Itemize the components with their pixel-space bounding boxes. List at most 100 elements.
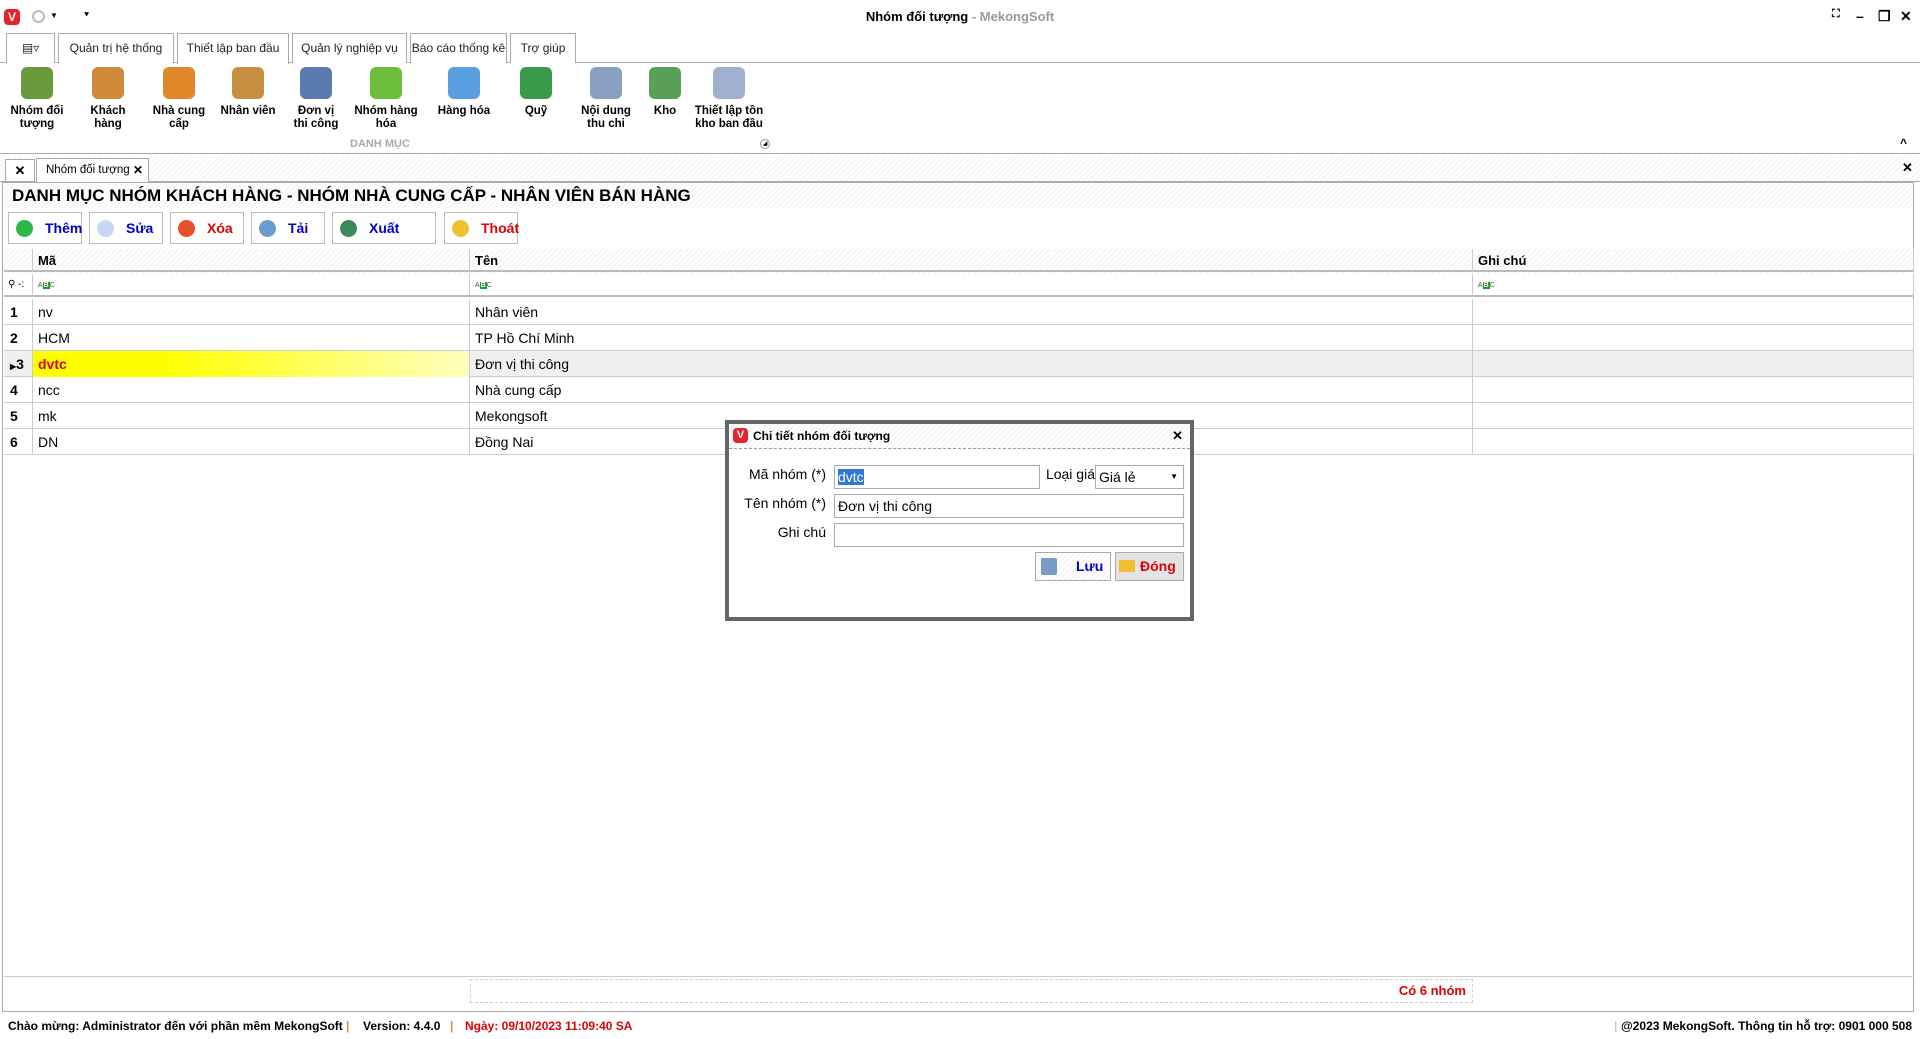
- cell-ten[interactable]: Đơn vị thi công: [470, 351, 1473, 377]
- ma-nhom-label: Mã nhóm (*): [748, 466, 826, 482]
- fullscreen-icon[interactable]: ⛶: [1832, 8, 1840, 21]
- ribbon-icon: [163, 67, 195, 99]
- ribbon-button-0[interactable]: Nhóm đối tượng: [4, 67, 70, 131]
- version-text: Version: 4.4.0: [363, 1019, 441, 1033]
- export-excel-icon: [340, 220, 357, 237]
- filter-cell-ghi-chu[interactable]: ABC: [1473, 274, 1914, 297]
- ribbon-menu-button[interactable]: ▤▿: [6, 33, 55, 63]
- restore-button[interactable]: ❐: [1878, 8, 1891, 25]
- table-row[interactable]: 1 nv Nhân viên: [4, 299, 1914, 325]
- add-button[interactable]: Thêm: [8, 212, 82, 244]
- ribbon-icon: [300, 67, 332, 99]
- ribbon-tabs: ▤▿ Quản trị hệ thống Thiết lập ban đầu Q…: [0, 33, 1920, 64]
- column-header-ma[interactable]: Mã: [33, 249, 470, 272]
- ribbon-button-7[interactable]: Quỹ: [506, 67, 566, 118]
- cell-ghi-chu[interactable]: [1473, 351, 1914, 377]
- close-document-icon[interactable]: ✕: [1902, 160, 1913, 176]
- cell-ghi-chu[interactable]: [1473, 429, 1914, 455]
- save-button[interactable]: Lưu: [1035, 552, 1111, 581]
- add-label: Thêm: [45, 220, 83, 236]
- ribbon-button-8[interactable]: Nội dung thu chi: [572, 67, 640, 131]
- ribbon-icon: [520, 67, 552, 99]
- chevron-down-icon: ▼: [1170, 472, 1178, 481]
- table-row[interactable]: 4 ncc Nhà cung cấp: [4, 377, 1914, 403]
- ribbon-icon: [21, 67, 53, 99]
- ribbon-button-1[interactable]: Khách hàng: [78, 67, 138, 131]
- cell-ma[interactable]: DN: [33, 429, 470, 455]
- reload-icon: [259, 220, 276, 237]
- row-indicator-header: [4, 249, 33, 272]
- export-excel-button[interactable]: Xuất excel: [332, 212, 436, 266]
- abc-filter-icon: ABC: [38, 282, 55, 289]
- close-tab-icon[interactable]: ✕: [133, 159, 143, 181]
- delete-button[interactable]: Xóa: [170, 212, 244, 244]
- app-name: - MekongSoft: [968, 9, 1055, 24]
- ribbon-button-5[interactable]: Nhóm hàng hóa: [350, 67, 422, 131]
- ribbon-button-9[interactable]: Kho: [648, 67, 682, 118]
- column-header-ten[interactable]: Tên: [470, 249, 1473, 272]
- tab-bao-cao[interactable]: Báo cáo thống kê: [410, 33, 507, 63]
- ribbon-icon: [232, 67, 264, 99]
- filter-cell-ma[interactable]: ABC: [33, 274, 470, 297]
- loai-gia-select[interactable]: Giá lẻ ▼: [1095, 465, 1184, 489]
- filter-cell-ten[interactable]: ABC: [470, 274, 1473, 297]
- row-number: 5: [4, 403, 33, 429]
- save-label: Lưu: [1076, 558, 1104, 574]
- cell-ghi-chu[interactable]: [1473, 325, 1914, 351]
- ribbon-button-10[interactable]: Thiết lập tồn kho ban đầu: [690, 67, 768, 131]
- cell-ma[interactable]: nv: [33, 299, 470, 325]
- exit-button[interactable]: Thoát: [444, 212, 519, 244]
- row-number: 1: [4, 299, 33, 325]
- close-dialog-button[interactable]: Đóng: [1115, 552, 1184, 581]
- close-button[interactable]: ✕: [1900, 8, 1912, 25]
- tab-thiet-lap[interactable]: Thiết lập ban đầu: [177, 33, 289, 64]
- cell-ten[interactable]: Nhân viên: [470, 299, 1473, 325]
- ribbon-button-4[interactable]: Đơn vị thi công: [288, 67, 344, 131]
- ribbon-button-3[interactable]: Nhân viên: [218, 67, 278, 118]
- table-row[interactable]: 2 HCM TP Hồ Chí Minh: [4, 325, 1914, 351]
- dialog-close-icon[interactable]: ✕: [1172, 424, 1183, 448]
- ghi-chu-input[interactable]: [834, 523, 1184, 547]
- filter-pin-icon[interactable]: ⚲ -:: [4, 274, 33, 297]
- doc-tab-nhom-doi-tuong[interactable]: Nhóm đối tượng ✕: [36, 158, 149, 183]
- ribbon-label-2: hóa: [375, 118, 397, 130]
- cell-ten[interactable]: TP Hồ Chí Minh: [470, 325, 1473, 351]
- cell-ma[interactable]: dvtc: [33, 351, 470, 377]
- close-all-icon[interactable]: ✕: [5, 159, 35, 182]
- reload-button[interactable]: Tải lại: [251, 212, 325, 266]
- group-launcher-icon[interactable]: ◢: [760, 139, 770, 149]
- row-number: 2: [4, 325, 33, 351]
- row-number: ▶3: [4, 351, 33, 377]
- ribbon-label: Hàng hóa: [437, 105, 491, 117]
- collapse-ribbon-icon[interactable]: ^: [1900, 136, 1907, 150]
- exit-icon: [452, 220, 469, 237]
- edit-label: Sửa: [126, 220, 154, 236]
- ribbon-label: Nội dung: [581, 105, 631, 117]
- status-bar: Chào mừng: Administrator đến với phần mề…: [0, 1014, 1920, 1039]
- column-header-ghi-chu[interactable]: Ghi chú: [1473, 249, 1914, 272]
- cell-ma[interactable]: ncc: [33, 377, 470, 403]
- tab-tro-giup[interactable]: Trợ giúp: [510, 33, 576, 63]
- ribbon-label-2: thu chi: [587, 118, 625, 130]
- cell-ghi-chu[interactable]: [1473, 403, 1914, 429]
- cell-ghi-chu[interactable]: [1473, 377, 1914, 403]
- document-tabs: ✕ Nhóm đối tượng ✕ ✕: [0, 156, 1920, 183]
- ghi-chu-label: Ghi chú: [777, 524, 826, 540]
- ribbon-button-6[interactable]: Hàng hóa: [432, 67, 496, 118]
- edit-button[interactable]: Sửa: [89, 212, 163, 244]
- tab-quan-ly[interactable]: Quản lý nghiệp vụ: [292, 33, 407, 63]
- ribbon-icon: [713, 67, 745, 99]
- cell-ghi-chu[interactable]: [1473, 299, 1914, 325]
- minimize-button[interactable]: –: [1856, 8, 1864, 24]
- cell-ma[interactable]: HCM: [33, 325, 470, 351]
- table-row[interactable]: ▶3 dvtc Đơn vị thi công: [4, 351, 1914, 377]
- app-logo-icon: V: [733, 428, 748, 443]
- ribbon-button-2[interactable]: Nhà cung cấp: [148, 67, 210, 131]
- loai-gia-value: Giá lẻ: [1099, 469, 1136, 485]
- tab-quan-tri[interactable]: Quản trị hệ thống: [58, 33, 174, 63]
- cell-ten[interactable]: Nhà cung cấp: [470, 377, 1473, 403]
- welcome-text: Chào mừng: Administrator đến với phần mề…: [8, 1019, 343, 1033]
- ten-nhom-input[interactable]: Đơn vị thi công: [834, 494, 1184, 518]
- cell-ma[interactable]: mk: [33, 403, 470, 429]
- ribbon-label: Khách: [90, 105, 126, 117]
